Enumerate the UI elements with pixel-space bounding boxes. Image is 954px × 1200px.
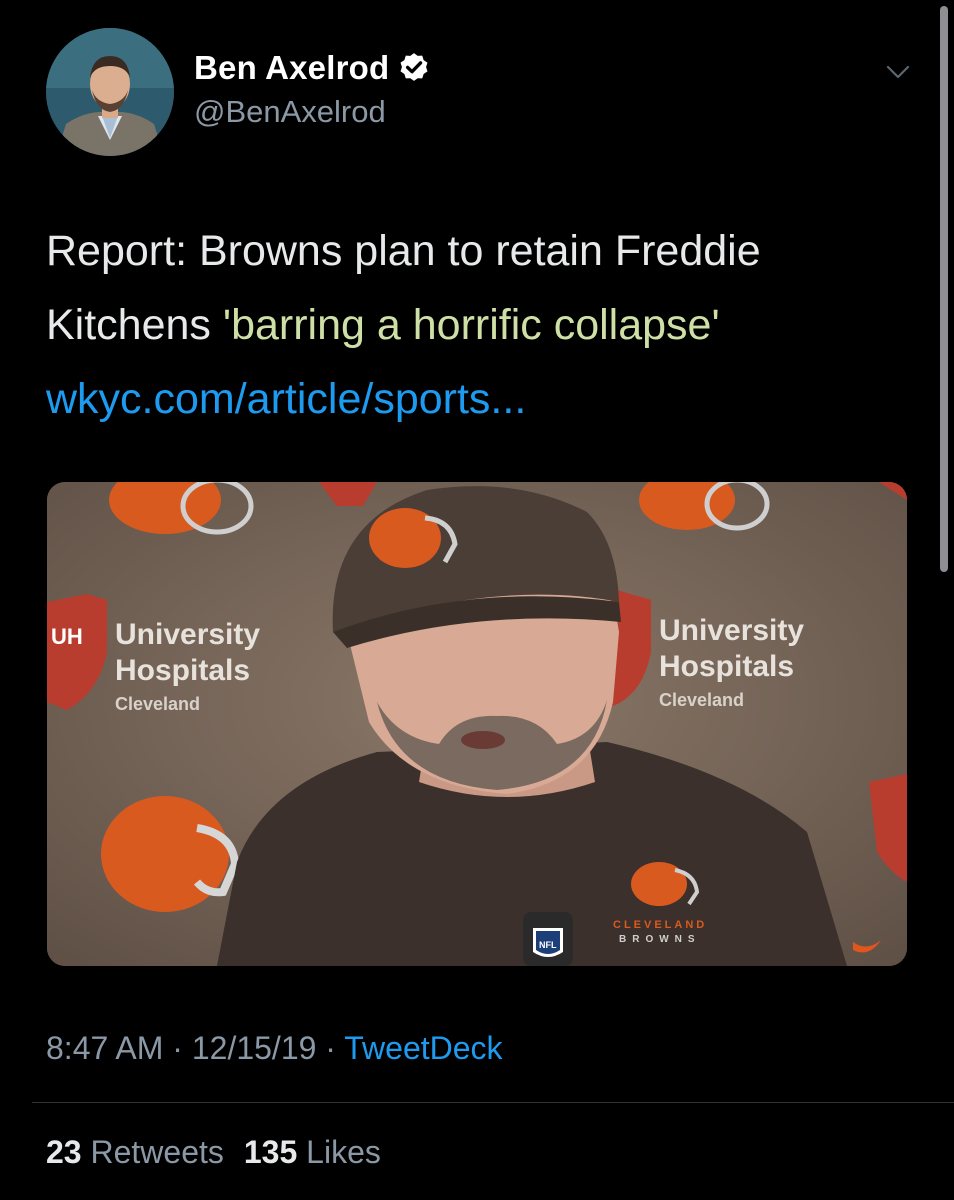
- sign-right-line2: Hospitals: [659, 650, 794, 683]
- likes-label: Likes: [306, 1134, 381, 1170]
- press-conference-photo: UH University Hospitals Cleveland UH Uni…: [47, 482, 907, 966]
- shirt-text-line2: BROWNS: [619, 934, 701, 945]
- shirt-text-line1: CLEVELAND: [613, 919, 707, 931]
- tweet-date: 12/15/19: [191, 1030, 317, 1066]
- author-name-row: Ben Axelrod: [194, 48, 431, 88]
- retweets-label: Retweets: [90, 1134, 224, 1170]
- author-handle[interactable]: @BenAxelrod: [194, 94, 386, 130]
- mic-nfl-label: NFL: [539, 940, 557, 950]
- scrollbar[interactable]: [940, 6, 948, 572]
- retweets-stat[interactable]: 23 Retweets: [46, 1134, 224, 1170]
- meta-separator-1: ·: [163, 1030, 192, 1066]
- tweet-line-2-plain: Kitchens: [46, 301, 223, 349]
- tweet-time: 8:47 AM: [46, 1030, 164, 1066]
- author-name[interactable]: Ben Axelrod: [194, 49, 389, 87]
- tweet-media-image[interactable]: UH University Hospitals Cleveland UH Uni…: [47, 482, 907, 966]
- retweets-count: 23: [46, 1134, 82, 1170]
- verified-badge-icon: [400, 53, 428, 81]
- sign-left-line3: Cleveland: [115, 694, 200, 714]
- avatar-image: [46, 28, 174, 156]
- divider: [32, 1102, 954, 1103]
- tweet-stats: 23 Retweets 135 Likes: [46, 1134, 381, 1171]
- tweet-source-link[interactable]: TweetDeck: [344, 1030, 502, 1066]
- sign-left-line2: Hospitals: [115, 654, 250, 687]
- uh-label-left: UH: [51, 624, 83, 649]
- tweet-line-2: Kitchens 'barring a horrific collapse': [46, 288, 926, 362]
- sign-right-line1: University: [659, 614, 804, 647]
- likes-count: 135: [243, 1134, 298, 1170]
- meta-separator-2: ·: [316, 1030, 345, 1066]
- tweet-text: Report: Browns plan to retain Freddie Ki…: [46, 214, 926, 436]
- chevron-down-icon[interactable]: [882, 56, 914, 88]
- tweet-meta: 8:47 AM · 12/15/19 · TweetDeck: [46, 1030, 503, 1067]
- sign-right-line3: Cleveland: [659, 690, 744, 710]
- nfl-microphone: NFL: [523, 912, 573, 966]
- likes-stat[interactable]: 135 Likes: [244, 1134, 381, 1170]
- tweet-line-1: Report: Browns plan to retain Freddie: [46, 227, 761, 275]
- tweet-link[interactable]: wkyc.com/article/sports...: [46, 362, 926, 436]
- sign-left-line1: University: [115, 618, 260, 651]
- highlighted-quote: 'barring a horrific collapse': [222, 301, 720, 349]
- avatar[interactable]: [46, 28, 174, 156]
